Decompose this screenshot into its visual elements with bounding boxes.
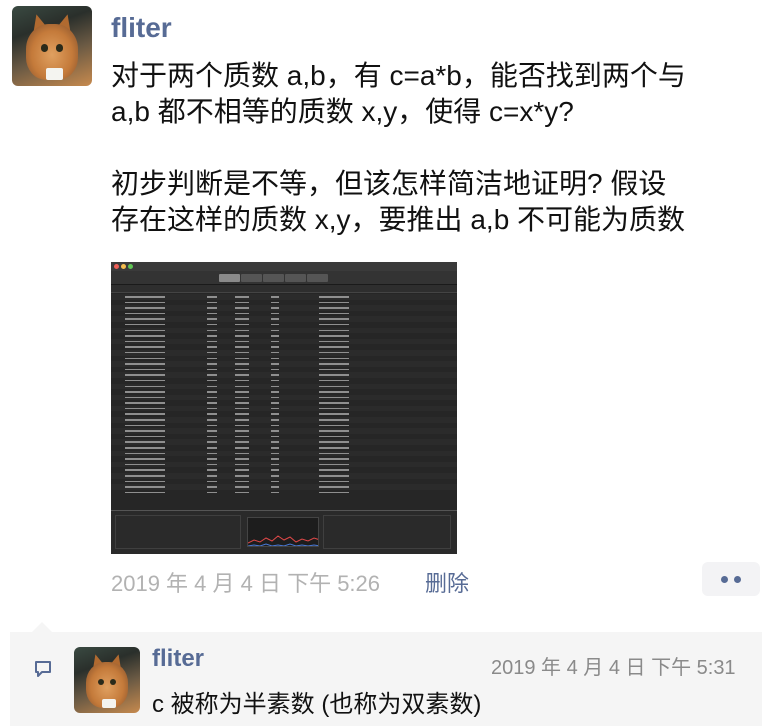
comment-section-pointer <box>32 622 52 632</box>
thumbnail-process-rows <box>111 294 457 506</box>
cat-eye-right <box>110 678 117 685</box>
thumbnail-table-header <box>111 285 457 293</box>
comment-author-avatar[interactable] <box>74 647 140 713</box>
cat-eye-right <box>56 44 64 52</box>
post-author-avatar[interactable] <box>12 6 92 86</box>
thumbnail-toolbar <box>111 271 457 285</box>
delete-post-link[interactable]: 删除 <box>425 566 469 598</box>
post-body: 对于两个质数 a,b，有 c=a*b，能否找到两个与 a,b 都不相等的质数 x… <box>111 58 761 238</box>
thumbnail-row <box>111 490 457 496</box>
cat-tag <box>101 698 117 708</box>
thumbnail-cpu-panel <box>111 510 457 554</box>
post-image-thumbnail[interactable] <box>111 262 457 554</box>
more-actions-button[interactable] <box>702 562 760 596</box>
thumbnail-titlebar <box>111 262 457 271</box>
more-dots-icon <box>734 575 741 583</box>
post-text-line-2: a,b 都不相等的质数 x,y，使得 c=x*y? <box>111 96 574 127</box>
cat-eye-left <box>40 44 48 52</box>
comment-author-name[interactable]: fliter <box>152 645 204 673</box>
post-text-line-3: 初步判断是不等，但该怎样简洁地证明? 假设 <box>111 168 667 199</box>
comment-bubble-icon <box>35 661 51 677</box>
post-text-line-4: 存在这样的质数 x,y，要推出 a,b 不可能为质数 <box>111 204 686 235</box>
cat-tag <box>45 68 64 80</box>
comment-timestamp: 2019 年 4 月 4 日 下午 5:31 <box>491 657 736 679</box>
post-author-name[interactable]: fliter <box>111 12 172 44</box>
post-text-line-1: 对于两个质数 a,b，有 c=a*b，能否找到两个与 <box>111 60 686 91</box>
thumbnail-cpu-graph <box>247 517 319 547</box>
cat-eye-left <box>97 678 104 685</box>
comment-text: c 被称为半素数 (也称为双素数) <box>152 691 482 718</box>
thumbnail-tabs <box>219 274 328 282</box>
more-dots-icon <box>721 575 728 583</box>
post-timestamp: 2019 年 4 月 4 日 下午 5:26 <box>111 571 381 596</box>
